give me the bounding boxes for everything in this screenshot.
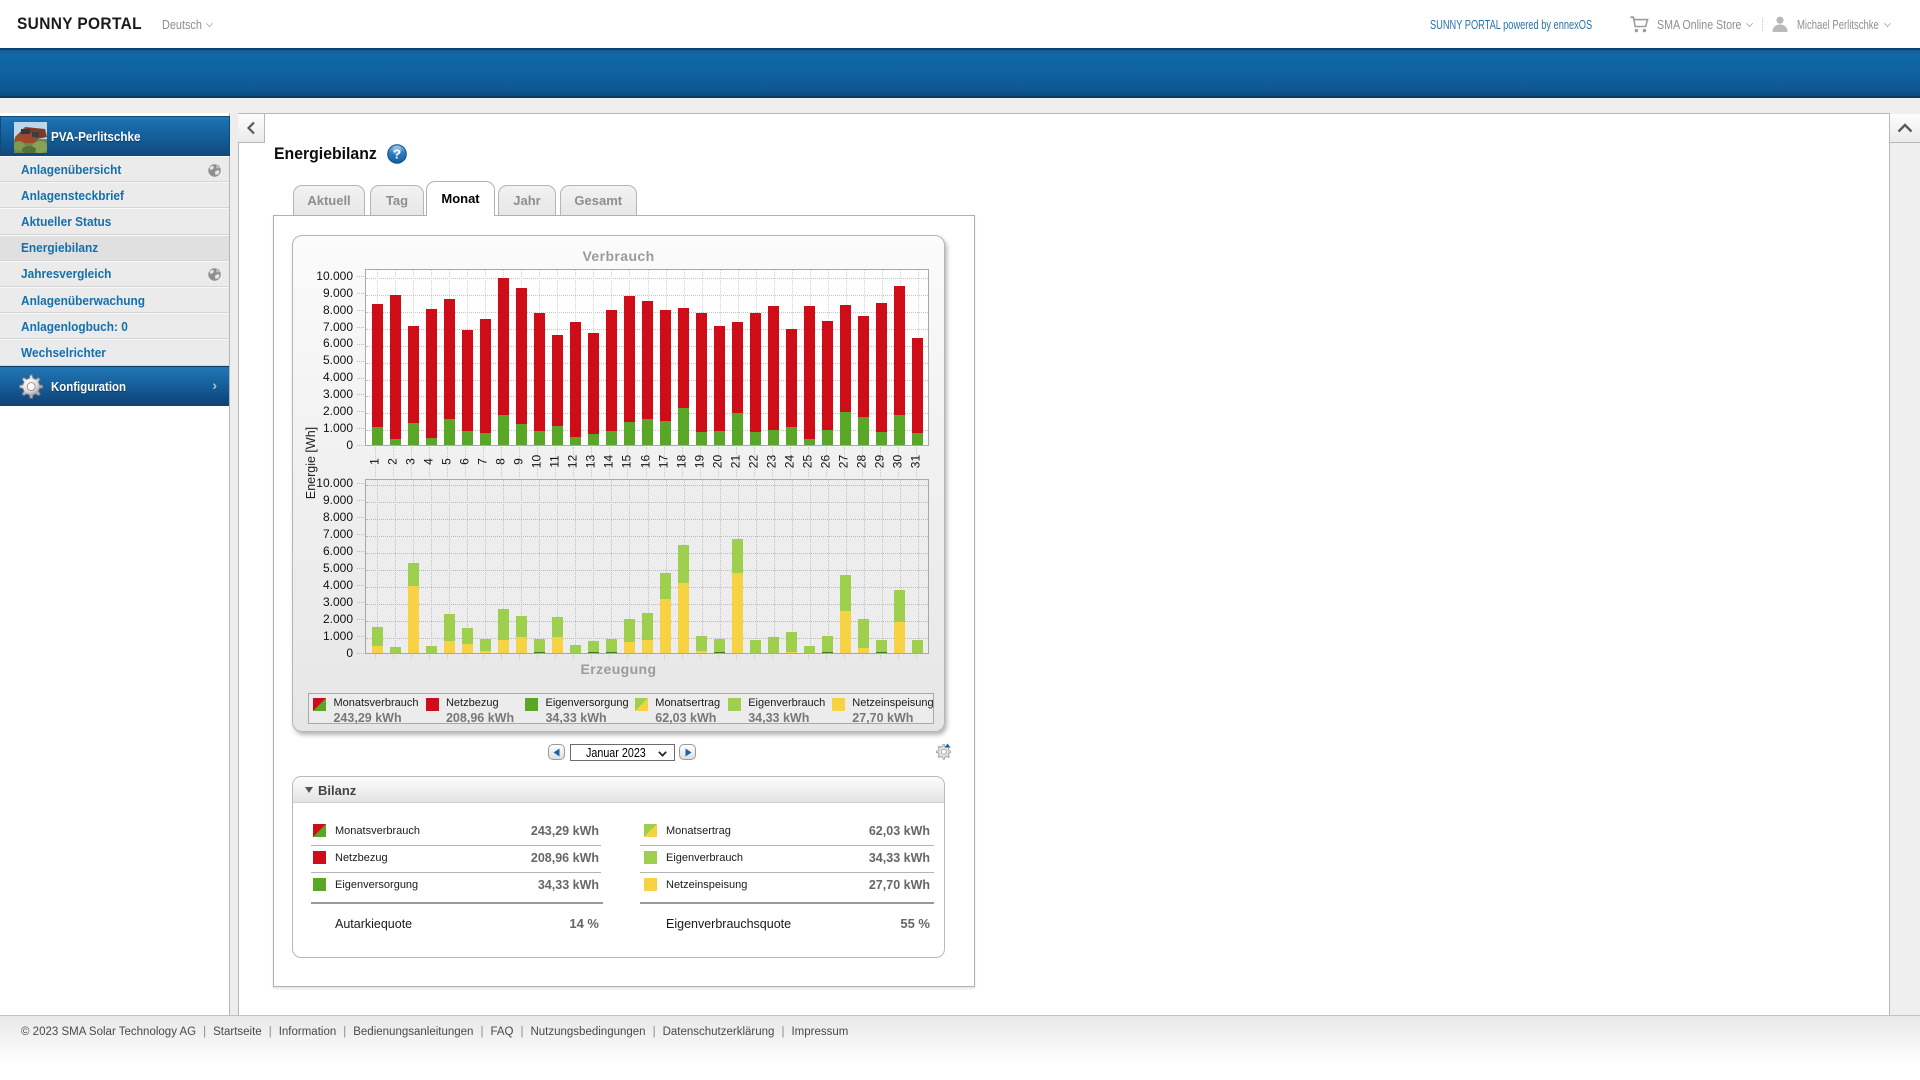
svg-text:?: ? (393, 147, 401, 162)
